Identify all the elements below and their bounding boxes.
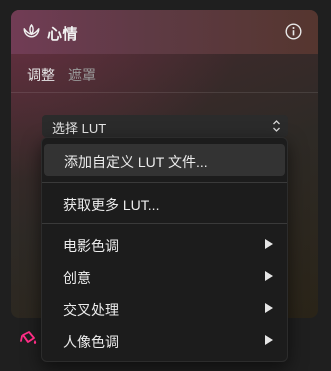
- panel-header: 心情: [11, 10, 318, 54]
- menu-item-film-tones[interactable]: 电影色调: [42, 228, 287, 260]
- lut-select[interactable]: 选择 LUT: [42, 115, 288, 137]
- lut-select-label: 选择 LUT: [52, 121, 107, 136]
- tab-mask[interactable]: 遮罩: [68, 65, 96, 85]
- menu-separator: [42, 182, 287, 183]
- lut-dropdown-menu: 添加自定义 LUT 文件... 获取更多 LUT... 电影色调 创意 交叉处理…: [41, 137, 288, 362]
- menu-item-cross-process[interactable]: 交叉处理: [42, 292, 287, 324]
- triangle-right-icon: [265, 303, 273, 313]
- panel-title: 心情: [47, 26, 79, 43]
- menu-item-label: 交叉处理: [63, 302, 119, 318]
- paint-bucket-icon[interactable]: [20, 330, 38, 346]
- up-down-chevron-icon: [273, 120, 280, 132]
- menu-item-label: 创意: [63, 270, 91, 286]
- info-icon[interactable]: [285, 23, 302, 40]
- menu-item-add-custom-lut[interactable]: 添加自定义 LUT 文件...: [44, 144, 285, 176]
- triangle-right-icon: [265, 271, 273, 281]
- lotus-icon: [23, 24, 40, 38]
- triangle-right-icon: [265, 239, 273, 249]
- menu-item-label: 获取更多 LUT...: [63, 197, 160, 213]
- triangle-right-icon: [265, 335, 273, 345]
- menu-item-get-more-lut[interactable]: 获取更多 LUT...: [42, 187, 287, 219]
- menu-item-portrait-tones[interactable]: 人像色调: [42, 324, 287, 356]
- app-canvas: 心情 调整 遮罩 选择 LUT 添加自定义 LUT 文件... 获取更多 LUT…: [0, 0, 331, 371]
- menu-item-creative[interactable]: 创意: [42, 260, 287, 292]
- menu-separator: [42, 223, 287, 224]
- menu-item-label: 人像色调: [63, 334, 119, 350]
- panel-tabs: 调整 遮罩: [11, 54, 318, 93]
- menu-item-label: 电影色调: [63, 238, 119, 254]
- menu-item-label: 添加自定义 LUT 文件...: [64, 154, 208, 170]
- tab-adjust[interactable]: 调整: [27, 65, 55, 85]
